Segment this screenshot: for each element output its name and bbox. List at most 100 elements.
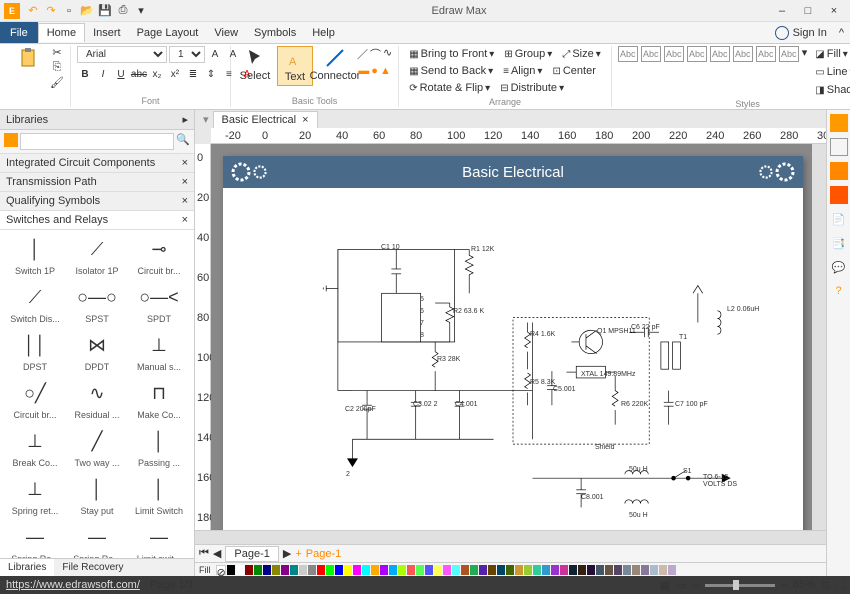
shape-item[interactable]: ⟋Switch Dis...	[9, 282, 61, 324]
tab-symbols[interactable]: Symbols	[246, 24, 304, 42]
color-swatch[interactable]	[551, 565, 559, 575]
fullscreen-button[interactable]: ⛶	[836, 579, 844, 592]
copy-button[interactable]: ⎘	[53, 61, 62, 74]
libraries-close-button[interactable]: ▸	[182, 113, 188, 126]
color-swatch[interactable]	[371, 565, 379, 575]
color-swatch[interactable]	[623, 565, 631, 575]
style-preset[interactable]: Abc	[710, 46, 730, 62]
collapse-ribbon-button[interactable]: ^	[833, 27, 850, 39]
color-swatch[interactable]	[461, 565, 469, 575]
tab-page-layout[interactable]: Page Layout	[129, 24, 207, 42]
cut-button[interactable]: ✂	[52, 46, 61, 59]
color-swatch[interactable]	[299, 565, 307, 575]
shape-item[interactable]: —Spring Re...	[9, 522, 61, 558]
website-link[interactable]: https://www.edrawsoft.com/	[6, 579, 140, 591]
ellipse-shape-button[interactable]: ●	[371, 65, 378, 77]
bring-to-front-button[interactable]: ▦ Bring to Front ▾	[405, 46, 498, 62]
bold-button[interactable]: B	[77, 66, 93, 82]
group-button[interactable]: ⊞ Group▾	[500, 46, 556, 62]
distribute-button[interactable]: ⊟ Distribute▾	[496, 80, 568, 96]
polygon-shape-button[interactable]: ▲	[380, 65, 391, 77]
library-category[interactable]: Switches and Relays×	[0, 211, 194, 230]
color-swatch[interactable]	[263, 565, 271, 575]
file-tab[interactable]: File	[0, 22, 38, 43]
select-tool-button[interactable]: Select	[237, 46, 273, 84]
libraries-tab[interactable]: Libraries	[0, 559, 54, 576]
first-page-button[interactable]: ⏮	[199, 547, 209, 560]
rect-shape-button[interactable]: ▬	[358, 65, 369, 77]
properties-button[interactable]	[830, 162, 848, 180]
paste-button[interactable]	[10, 46, 46, 70]
drawing-page[interactable]: Basic Electrical	[223, 156, 803, 530]
document-tab[interactable]: Basic Electrical ×	[213, 111, 318, 128]
color-swatch[interactable]	[497, 565, 505, 575]
style-preset[interactable]: Abc	[779, 46, 799, 62]
shape-item[interactable]: │Switch 1P	[9, 234, 61, 276]
color-swatch[interactable]	[389, 565, 397, 575]
strike-button[interactable]: abc	[131, 66, 147, 82]
color-swatch[interactable]	[632, 565, 640, 575]
shape-item[interactable]: ○╱Circuit br...	[9, 378, 61, 420]
shape-item[interactable]: │Passing ...	[133, 426, 185, 468]
shape-item[interactable]: ⊸Circuit br...	[133, 234, 185, 276]
fill-button[interactable]: ◪ Fill▾	[811, 46, 850, 62]
color-swatch[interactable]	[479, 565, 487, 575]
color-swatch[interactable]	[425, 565, 433, 575]
bullets-button[interactable]: ≣	[185, 66, 201, 82]
view-page-button[interactable]: ▭	[676, 579, 686, 592]
arc-shape-button[interactable]: ⌒	[370, 46, 381, 62]
center-button[interactable]: ⊡ Center	[548, 63, 599, 79]
shape-item[interactable]: ⟋Isolator 1P	[71, 234, 123, 276]
fit-page-button[interactable]: ⊡	[821, 579, 830, 592]
save-button[interactable]: 💾	[98, 4, 112, 18]
underline-button[interactable]: U	[113, 66, 129, 82]
page-link[interactable]: Page-1	[306, 548, 341, 560]
style-preset[interactable]: Abc	[756, 46, 776, 62]
color-swatch[interactable]	[443, 565, 451, 575]
tab-view[interactable]: View	[206, 24, 246, 42]
zoom-in-button[interactable]: +	[781, 579, 787, 591]
document-icon[interactable]: 📄	[830, 210, 848, 228]
size-button[interactable]: ⤢ Size▾	[558, 46, 604, 62]
font-family-select[interactable]: Arial	[77, 46, 167, 63]
color-swatch[interactable]	[416, 565, 424, 575]
color-swatch[interactable]	[533, 565, 541, 575]
open-button[interactable]: 📂	[80, 4, 94, 18]
page-tab[interactable]: Page-1	[225, 546, 278, 562]
format-painter-button[interactable]: 🖌	[50, 76, 64, 89]
help-button[interactable]: ?	[830, 282, 848, 300]
color-swatch[interactable]	[506, 565, 514, 575]
style-preset[interactable]: Abc	[733, 46, 753, 62]
shape-item[interactable]: ╱Two way ...	[71, 426, 123, 468]
style-preset[interactable]: Abc	[687, 46, 707, 62]
color-swatch[interactable]	[596, 565, 604, 575]
new-button[interactable]: ▫	[62, 4, 76, 18]
color-swatch[interactable]	[245, 565, 253, 575]
shape-item[interactable]: ⊥Spring ret...	[9, 474, 61, 516]
line-spacing-button[interactable]: ⇕	[203, 66, 219, 82]
style-preset[interactable]: Abc	[664, 46, 684, 62]
color-swatch[interactable]	[578, 565, 586, 575]
color-swatch[interactable]	[560, 565, 568, 575]
color-swatch[interactable]	[227, 565, 235, 575]
italic-button[interactable]: I	[95, 66, 111, 82]
line-shape-button[interactable]: ／	[357, 46, 368, 62]
color-swatch[interactable]	[668, 565, 676, 575]
color-swatch[interactable]	[254, 565, 262, 575]
line-button[interactable]: ▭ Line▾	[811, 64, 850, 80]
tab-home[interactable]: Home	[38, 23, 85, 42]
styles-more-button[interactable]: ▾	[802, 46, 808, 62]
shape-item[interactable]: ∿Residual ...	[71, 378, 123, 420]
library-search-input[interactable]	[20, 133, 174, 150]
no-fill-swatch[interactable]: ⊘	[216, 565, 226, 575]
text-tool-button[interactable]: AText	[277, 46, 313, 86]
color-swatch[interactable]	[344, 565, 352, 575]
shape-item[interactable]: ⊓Make Co...	[133, 378, 185, 420]
color-swatch[interactable]	[650, 565, 658, 575]
color-swatch[interactable]	[524, 565, 532, 575]
zoom-out-button[interactable]: –	[692, 579, 698, 591]
comment-button[interactable]: 💬	[830, 258, 848, 276]
theme-button[interactable]	[830, 114, 848, 132]
color-swatch[interactable]	[452, 565, 460, 575]
print-button[interactable]: ⎙	[116, 4, 130, 18]
